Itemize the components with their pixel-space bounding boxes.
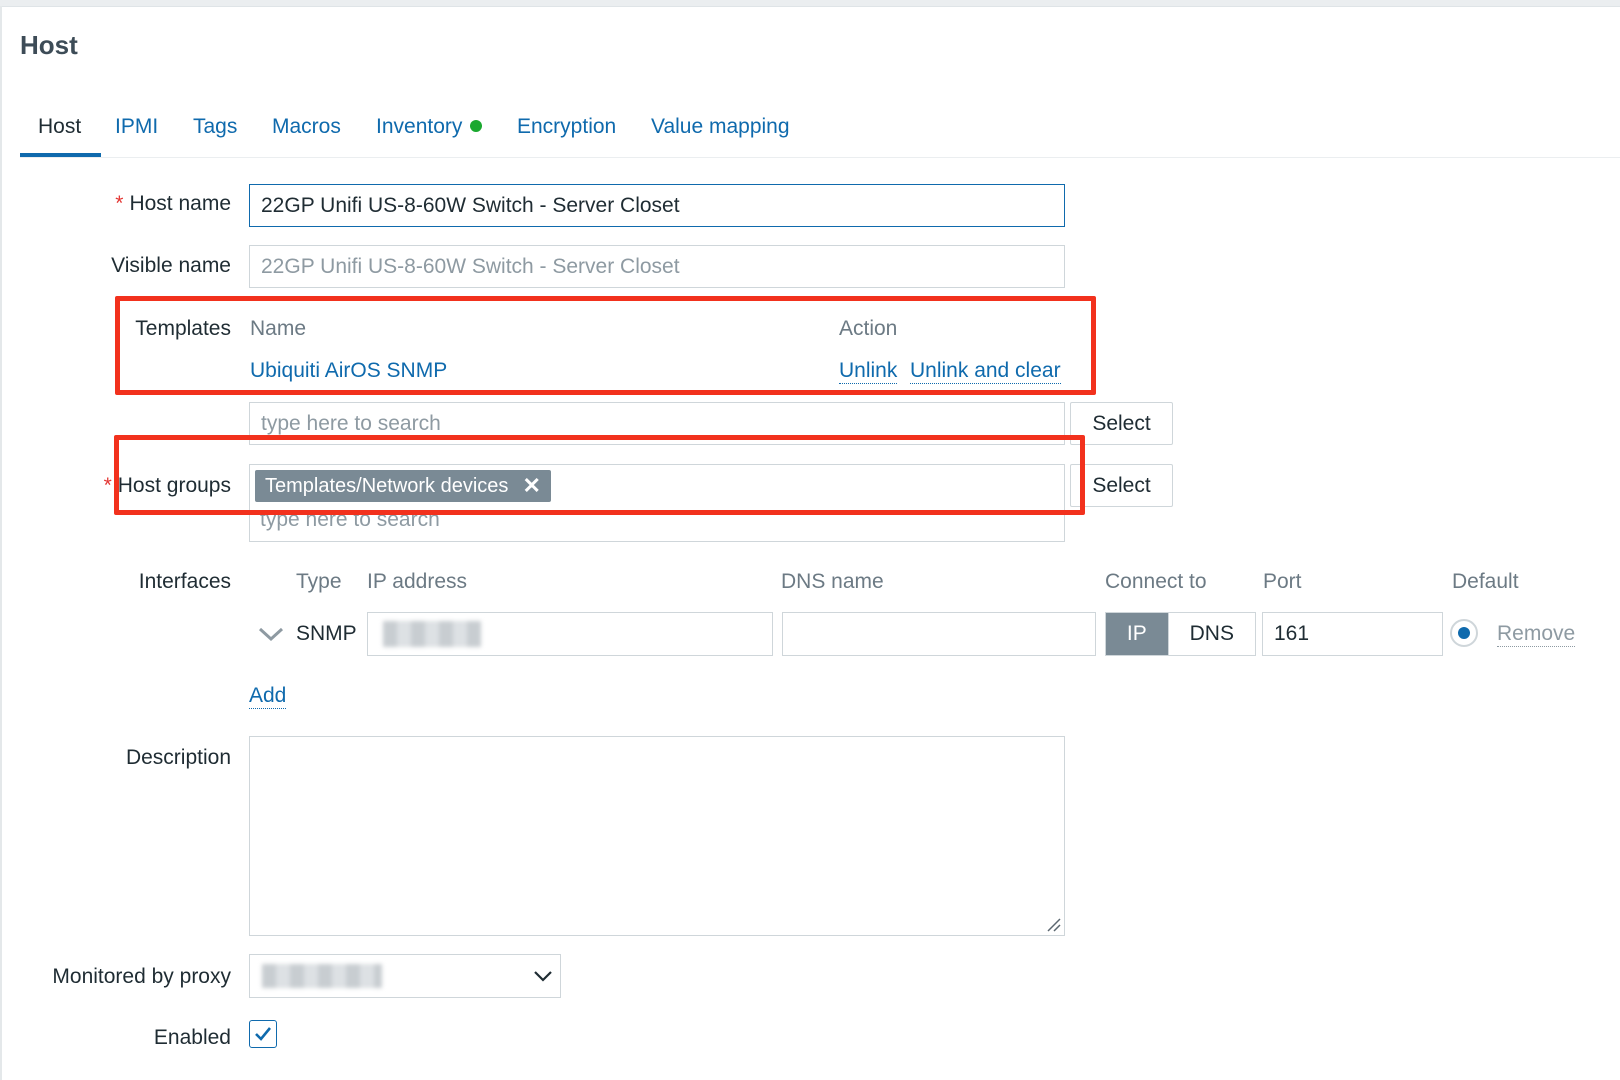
unlink-and-clear-button[interactable]: Unlink and clear bbox=[910, 359, 1061, 384]
templates-select-button[interactable]: Select bbox=[1070, 402, 1173, 445]
tab-value-mapping[interactable]: Value mapping bbox=[651, 115, 790, 139]
host-groups-label: * Host groups bbox=[104, 474, 231, 498]
tab-encryption[interactable]: Encryption bbox=[517, 115, 616, 139]
connect-ip-option[interactable]: IP bbox=[1106, 613, 1168, 655]
host-group-chip: Templates/Network devices ✕ bbox=[255, 470, 551, 502]
tab-inventory[interactable]: Inventory bbox=[376, 115, 483, 139]
add-interface-button[interactable]: Add bbox=[249, 684, 287, 709]
unlink-button[interactable]: Unlink bbox=[839, 359, 898, 384]
tab-bar: Host IPMI Tags Macros Inventory Encrypti… bbox=[20, 105, 1620, 158]
proxy-label: Monitored by proxy bbox=[52, 965, 231, 988]
tab-inventory-label: Inventory bbox=[376, 115, 463, 138]
tab-macros[interactable]: Macros bbox=[272, 115, 341, 139]
interfaces-dns-header: DNS name bbox=[781, 570, 884, 593]
description-label: Description bbox=[125, 746, 231, 769]
template-link[interactable]: Ubiquiti AirOS SNMP bbox=[250, 359, 447, 383]
interfaces-label: Interfaces bbox=[138, 570, 231, 593]
templates-search-input[interactable]: type here to search bbox=[249, 402, 1065, 445]
required-mark: * bbox=[115, 192, 124, 215]
host-group-chip-label: Templates/Network devices bbox=[265, 474, 509, 497]
host-name-label: * Host name bbox=[115, 192, 231, 216]
tab-tags[interactable]: Tags bbox=[193, 115, 237, 139]
interfaces-type-header: Type bbox=[296, 570, 342, 593]
required-mark: * bbox=[103, 474, 112, 497]
active-tab-indicator bbox=[20, 153, 101, 157]
host-groups-search-input[interactable]: type here to search bbox=[260, 508, 440, 532]
enabled-label: Enabled bbox=[153, 1026, 231, 1049]
templates-name-header: Name bbox=[250, 317, 307, 340]
default-interface-radio[interactable] bbox=[1450, 619, 1478, 647]
interface-type: SNMP bbox=[296, 622, 357, 645]
interfaces-port-header: Port bbox=[1263, 570, 1302, 593]
chevron-down-icon[interactable] bbox=[258, 626, 284, 642]
remove-interface-button[interactable]: Remove bbox=[1497, 622, 1576, 647]
templates-label: Templates bbox=[135, 317, 231, 340]
left-border bbox=[0, 6, 2, 1080]
check-icon bbox=[255, 1027, 272, 1041]
host-name-label-text: Host name bbox=[129, 192, 231, 215]
top-bar bbox=[0, 0, 1620, 7]
enabled-checkbox[interactable] bbox=[249, 1020, 277, 1048]
templates-action-header: Action bbox=[839, 317, 898, 340]
interface-port-input[interactable]: 161 bbox=[1262, 612, 1443, 656]
tab-host[interactable]: Host bbox=[38, 115, 81, 139]
redacted-proxy bbox=[262, 964, 382, 988]
visible-name-label: Visible name bbox=[111, 254, 231, 277]
connect-to-toggle: IP DNS bbox=[1105, 612, 1256, 656]
host-name-input[interactable]: 22GP Unifi US-8-60W Switch - Server Clos… bbox=[249, 184, 1065, 227]
resize-handle-icon[interactable] bbox=[1045, 916, 1061, 932]
status-dot-icon bbox=[470, 120, 483, 132]
host-groups-label-text: Host groups bbox=[117, 474, 231, 497]
interfaces-default-header: Default bbox=[1452, 570, 1519, 593]
interface-dns-input[interactable] bbox=[782, 612, 1096, 656]
description-textarea[interactable] bbox=[249, 736, 1065, 936]
redacted-ip bbox=[383, 621, 481, 647]
chevron-down-icon[interactable] bbox=[533, 969, 553, 983]
host-groups-select-button[interactable]: Select bbox=[1070, 464, 1173, 507]
tab-ipmi[interactable]: IPMI bbox=[115, 115, 158, 139]
interfaces-ip-header: IP address bbox=[367, 570, 468, 593]
page-title: Host bbox=[20, 30, 78, 60]
visible-name-input[interactable]: 22GP Unifi US-8-60W Switch - Server Clos… bbox=[249, 245, 1065, 288]
close-icon[interactable]: ✕ bbox=[522, 473, 540, 499]
interfaces-connect-header: Connect to bbox=[1105, 570, 1207, 593]
connect-dns-option[interactable]: DNS bbox=[1167, 613, 1255, 655]
